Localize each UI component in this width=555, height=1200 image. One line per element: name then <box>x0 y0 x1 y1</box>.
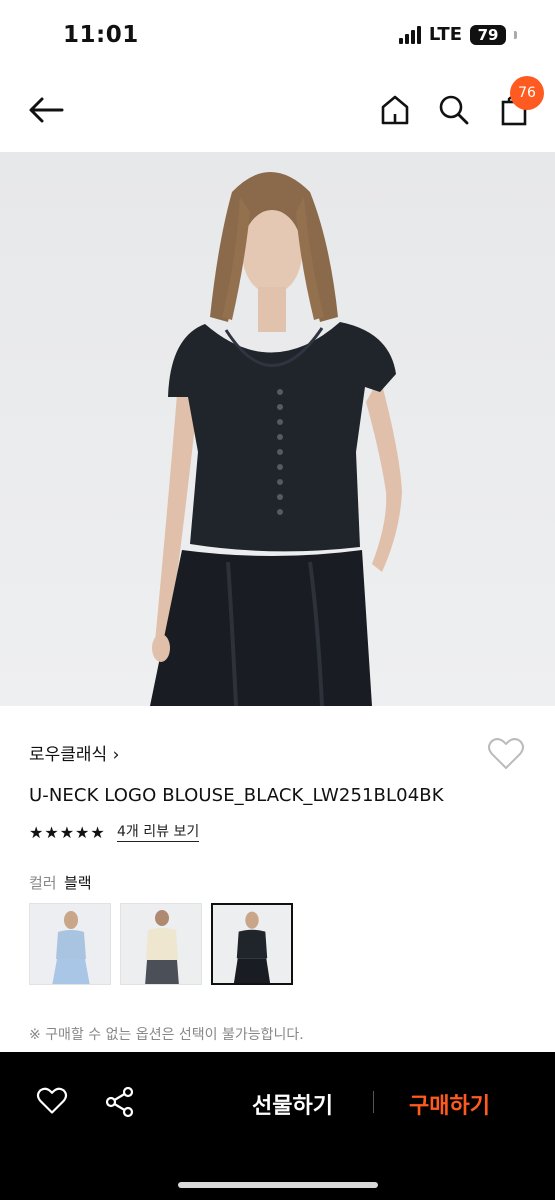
color-option-blue[interactable] <box>29 903 111 985</box>
option-notice: ※ 구매할 수 없는 옵션은 선택이 불가능합니다. <box>29 1027 304 1043</box>
rating-stars: ★★★★★ <box>29 823 106 842</box>
signal-icon <box>398 25 421 44</box>
wishlist-button[interactable] <box>487 737 525 773</box>
heart-icon <box>488 738 524 769</box>
heart-icon <box>36 1087 68 1114</box>
home-icon <box>381 95 409 125</box>
color-option-black[interactable] <box>211 903 293 985</box>
network-label: LTE <box>428 24 462 45</box>
gift-button[interactable]: 선물하기 <box>252 1088 333 1120</box>
status-indicators: LTE 79 <box>398 24 517 45</box>
search-icon <box>439 95 469 125</box>
product-title: U-NECK LOGO BLOUSE_BLACK_LW251BL04BK <box>29 785 444 806</box>
review-link[interactable]: 4개 리뷰 보기 <box>117 823 200 842</box>
home-indicator <box>178 1182 378 1188</box>
battery-icon: 79 <box>470 24 506 45</box>
buy-button[interactable]: 구매하기 <box>409 1088 490 1120</box>
color-option-cream[interactable] <box>120 903 202 985</box>
bottom-wishlist-button[interactable] <box>34 1084 70 1118</box>
brand-link[interactable]: 로우클래식 › <box>29 740 119 765</box>
bottom-divider <box>373 1091 374 1113</box>
color-label: 컬러 <box>29 874 57 892</box>
thumbnail-image <box>213 905 291 983</box>
back-arrow-icon <box>29 97 64 123</box>
search-button[interactable] <box>436 92 472 128</box>
share-button[interactable] <box>102 1084 138 1120</box>
battery-cap <box>514 30 517 39</box>
color-value: 블랙 <box>64 874 92 892</box>
share-icon <box>105 1086 134 1118</box>
bottom-action-bar <box>0 1052 555 1200</box>
cart-count-badge: 76 <box>510 76 544 110</box>
product-image[interactable] <box>0 152 555 706</box>
status-time: 11:01 <box>63 22 139 48</box>
back-button[interactable] <box>26 92 66 128</box>
home-button[interactable] <box>377 92 413 128</box>
thumbnail-image <box>121 904 201 984</box>
model-photo <box>150 172 402 706</box>
thumbnail-image <box>30 904 110 984</box>
